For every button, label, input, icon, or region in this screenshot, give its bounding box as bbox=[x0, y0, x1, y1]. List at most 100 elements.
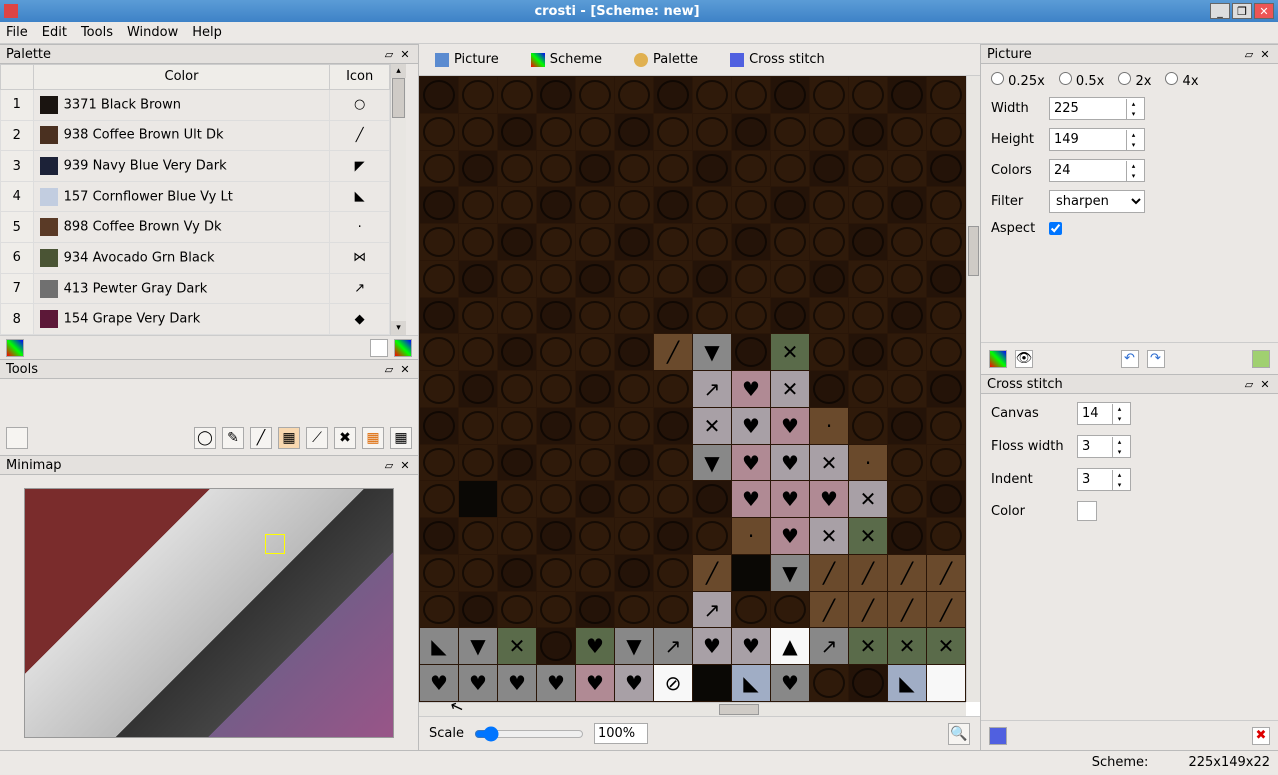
maximize-button[interactable]: ❐ bbox=[1232, 3, 1252, 19]
scale-value[interactable]: 100% bbox=[594, 723, 648, 744]
filter-select[interactable]: sharpen bbox=[1049, 190, 1145, 213]
menu-help[interactable]: Help bbox=[192, 25, 222, 40]
picture-icon bbox=[435, 53, 449, 67]
cross-stitch-icon bbox=[730, 53, 744, 67]
window-title: crosti - [Scheme: new] bbox=[24, 4, 1210, 19]
palette-bg-icon[interactable] bbox=[370, 339, 388, 357]
spin-up-icon[interactable]: ▴ bbox=[1112, 470, 1126, 480]
menu-file[interactable]: File bbox=[6, 25, 28, 40]
table-row[interactable]: 4157 Cornflower Blue Vy Lt◣ bbox=[1, 181, 390, 212]
canvas-area[interactable]: /*cells generated below via JS for brevi… bbox=[419, 76, 980, 716]
menu-window[interactable]: Window bbox=[127, 25, 178, 40]
eye-icon[interactable]: 👁 bbox=[1015, 350, 1033, 368]
apply-picture-icon[interactable] bbox=[1252, 350, 1270, 368]
table-row[interactable]: 8154 Grape Very Dark◆ bbox=[1, 304, 390, 335]
close-icon[interactable]: ✕ bbox=[398, 362, 412, 376]
width-field[interactable] bbox=[1050, 98, 1126, 119]
scheme-icon bbox=[531, 53, 545, 67]
spin-up-icon[interactable]: ▴ bbox=[1126, 130, 1140, 140]
cross-canvas-icon[interactable] bbox=[989, 727, 1007, 745]
picker-tool-icon[interactable]: ⟋ bbox=[306, 427, 328, 449]
tab-cross-stitch[interactable]: Cross stitch bbox=[724, 49, 831, 70]
canvas-hscroll[interactable] bbox=[419, 702, 966, 716]
spin-up-icon[interactable]: ▴ bbox=[1126, 99, 1140, 109]
line-tool-icon[interactable]: ╱ bbox=[250, 427, 272, 449]
spin-down-icon[interactable]: ▾ bbox=[1126, 171, 1140, 181]
spin-down-icon[interactable]: ▾ bbox=[1112, 414, 1126, 424]
color-label: Color bbox=[991, 504, 1069, 519]
tab-palette[interactable]: Palette bbox=[628, 49, 704, 70]
palette-mini-icon[interactable] bbox=[989, 350, 1007, 368]
indent-field[interactable] bbox=[1078, 469, 1112, 490]
scale-label: Scale bbox=[429, 726, 464, 741]
icon-header[interactable]: Icon bbox=[330, 65, 390, 90]
minimap-image[interactable] bbox=[24, 488, 394, 738]
menu-edit[interactable]: Edit bbox=[42, 25, 67, 40]
sel-tool-icon[interactable]: ▦ bbox=[362, 427, 384, 449]
close-icon[interactable]: ✕ bbox=[1258, 47, 1272, 61]
erase-tool-icon[interactable]: ✖ bbox=[334, 427, 356, 449]
zoom-05x-radio[interactable]: 0.5x bbox=[1059, 72, 1105, 89]
close-icon[interactable]: ✕ bbox=[1258, 377, 1272, 391]
titlebar: crosti - [Scheme: new] _ ❐ ✕ bbox=[0, 0, 1278, 22]
width-label: Width bbox=[991, 101, 1041, 116]
undock-icon[interactable]: ▱ bbox=[382, 47, 396, 61]
spin-up-icon[interactable]: ▴ bbox=[1112, 404, 1126, 414]
menu-tools[interactable]: Tools bbox=[81, 25, 113, 40]
floss-field[interactable] bbox=[1078, 436, 1112, 457]
table-row[interactable]: 7413 Pewter Gray Dark↗ bbox=[1, 273, 390, 304]
zoom-4x-radio[interactable]: 4x bbox=[1165, 72, 1198, 89]
close-icon[interactable]: ✕ bbox=[398, 47, 412, 61]
zoom-025x-radio[interactable]: 0.25x bbox=[991, 72, 1045, 89]
spin-down-icon[interactable]: ▾ bbox=[1112, 480, 1126, 490]
height-label: Height bbox=[991, 132, 1041, 147]
grid-tool-icon[interactable]: ▦ bbox=[390, 427, 412, 449]
spin-down-icon[interactable]: ▾ bbox=[1126, 109, 1140, 119]
close-icon[interactable]: ✕ bbox=[398, 458, 412, 472]
minimap-viewport[interactable] bbox=[265, 534, 285, 554]
scheme-grid[interactable]: /*cells generated below via JS for brevi… bbox=[419, 76, 966, 702]
spin-up-icon[interactable]: ▴ bbox=[1112, 437, 1126, 447]
color-swatch[interactable] bbox=[1077, 501, 1097, 521]
scale-slider[interactable] bbox=[474, 726, 584, 742]
undo-icon[interactable]: ↶ bbox=[1121, 350, 1139, 368]
palette-table: Color Icon 13371 Black Brown○ 2938 Coffe… bbox=[0, 64, 390, 335]
palette-picker2-icon[interactable] bbox=[394, 339, 412, 357]
table-row[interactable]: 5898 Coffee Brown Vy Dk· bbox=[1, 212, 390, 243]
floss-label: Floss width bbox=[991, 439, 1069, 454]
picture-panel-title: Picture bbox=[987, 47, 1240, 62]
height-field[interactable] bbox=[1050, 129, 1126, 150]
table-row[interactable]: 6934 Avocado Grn Black⋈ bbox=[1, 243, 390, 274]
tab-picture[interactable]: Picture bbox=[429, 49, 505, 70]
minimize-button[interactable]: _ bbox=[1210, 3, 1230, 19]
color-header[interactable]: Color bbox=[33, 65, 330, 90]
undock-icon[interactable]: ▱ bbox=[382, 458, 396, 472]
delete-cross-icon[interactable]: ✖ bbox=[1252, 727, 1270, 745]
colors-field[interactable] bbox=[1050, 160, 1126, 181]
fill-tool-icon[interactable]: ▦ bbox=[278, 427, 300, 449]
close-button[interactable]: ✕ bbox=[1254, 3, 1274, 19]
tab-scheme[interactable]: Scheme bbox=[525, 49, 608, 70]
pencil-tool-icon[interactable]: ✎ bbox=[222, 427, 244, 449]
circle-tool-icon[interactable]: ◯ bbox=[194, 427, 216, 449]
undock-icon[interactable]: ▱ bbox=[1242, 47, 1256, 61]
table-row[interactable]: 3939 Navy Blue Very Dark◤ bbox=[1, 151, 390, 182]
canvas-vscroll[interactable] bbox=[966, 76, 980, 702]
canvas-field[interactable] bbox=[1078, 403, 1112, 424]
spin-up-icon[interactable]: ▴ bbox=[1126, 161, 1140, 171]
colors-label: Colors bbox=[991, 163, 1041, 178]
table-row[interactable]: 13371 Black Brown○ bbox=[1, 89, 390, 120]
spin-down-icon[interactable]: ▾ bbox=[1126, 140, 1140, 150]
redo-icon[interactable]: ↷ bbox=[1147, 350, 1165, 368]
tool-empty[interactable] bbox=[6, 427, 28, 449]
palette-picker-icon[interactable] bbox=[6, 339, 24, 357]
table-row[interactable]: 2938 Coffee Brown Ult Dk╱ bbox=[1, 120, 390, 151]
zoom-2x-radio[interactable]: 2x bbox=[1118, 72, 1151, 89]
palette-scrollbar[interactable]: ▴ ▾ bbox=[390, 64, 406, 335]
spin-down-icon[interactable]: ▾ bbox=[1112, 447, 1126, 457]
aspect-checkbox[interactable] bbox=[1049, 222, 1062, 235]
zoom-fit-icon[interactable]: 🔍 bbox=[948, 723, 970, 745]
undock-icon[interactable]: ▱ bbox=[382, 362, 396, 376]
palette-title: Palette bbox=[6, 47, 380, 62]
undock-icon[interactable]: ▱ bbox=[1242, 377, 1256, 391]
